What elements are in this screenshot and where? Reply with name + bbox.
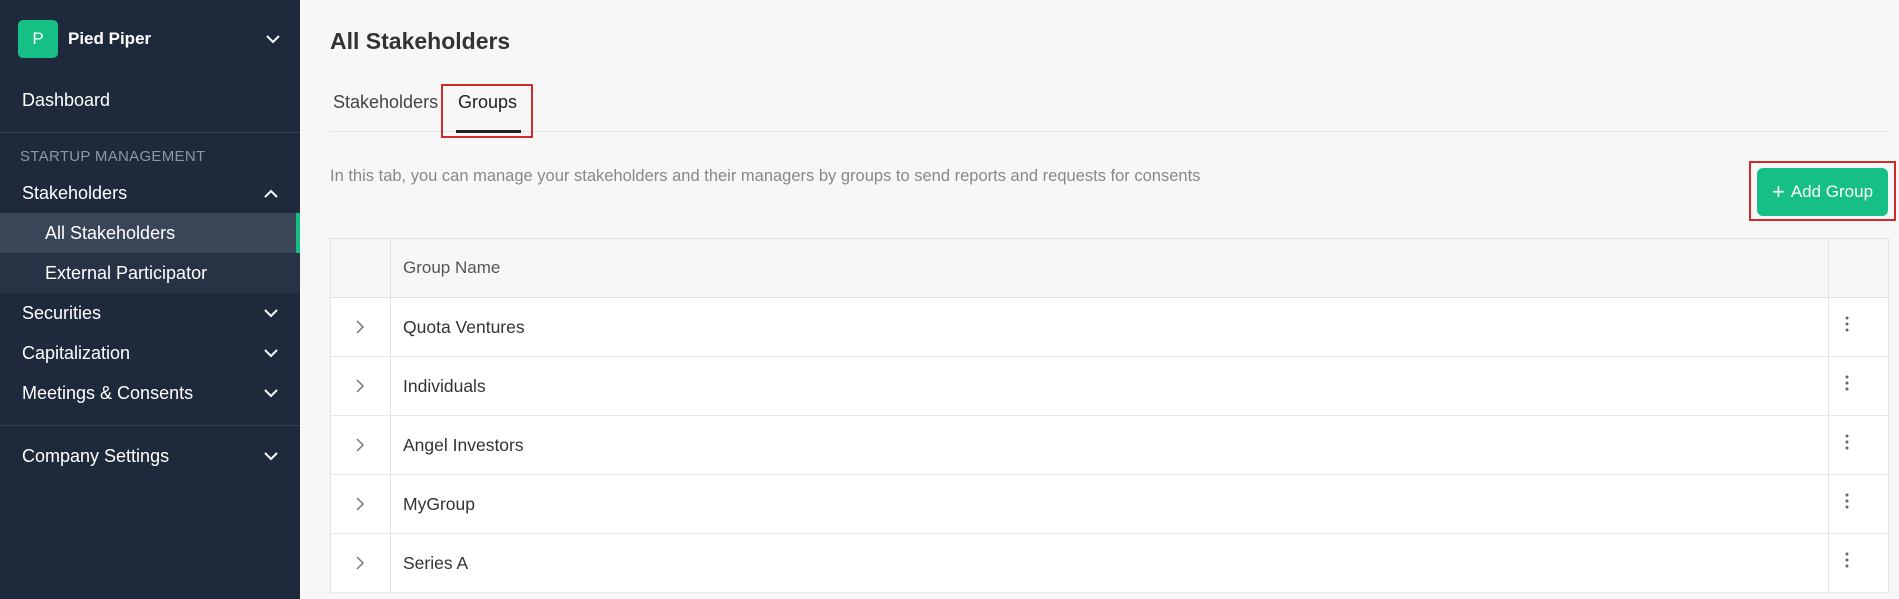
table-row[interactable]: Individuals bbox=[331, 357, 1888, 416]
group-name: MyGroup bbox=[403, 494, 475, 514]
table-row[interactable]: Quota Ventures bbox=[331, 298, 1888, 357]
sidebar: P Pied Piper Dashboard STARTUP MANAGEMEN… bbox=[0, 0, 300, 599]
nav-dashboard[interactable]: Dashboard bbox=[0, 82, 300, 118]
group-name: Series A bbox=[403, 553, 469, 573]
nav-securities-label: Securities bbox=[22, 302, 102, 323]
chevron-right-icon[interactable] bbox=[351, 436, 369, 454]
sidebar-divider bbox=[0, 425, 300, 426]
kebab-menu-icon[interactable] bbox=[1840, 430, 1854, 454]
tab-bar: Stakeholders Groups bbox=[330, 86, 1887, 133]
sidebar-divider bbox=[0, 132, 300, 133]
chevron-down-icon bbox=[262, 447, 280, 465]
column-header-group-name: Group Name bbox=[403, 258, 501, 277]
chevron-down-icon bbox=[264, 30, 282, 48]
nav-capitalization-label: Capitalization bbox=[22, 342, 131, 363]
kebab-menu-icon[interactable] bbox=[1840, 489, 1854, 513]
nav-stakeholders-label: Stakeholders bbox=[22, 182, 128, 203]
nav-meetings-consents[interactable]: Meetings & Consents bbox=[0, 375, 300, 411]
chevron-right-icon[interactable] bbox=[351, 377, 369, 395]
column-divider bbox=[1828, 239, 1829, 592]
chevron-down-icon bbox=[262, 304, 280, 322]
nav-meetings-label: Meetings & Consents bbox=[22, 382, 194, 403]
chevron-right-icon[interactable] bbox=[351, 495, 369, 513]
company-switcher[interactable]: P Pied Piper bbox=[18, 20, 282, 58]
group-name: Angel Investors bbox=[403, 435, 524, 455]
tab-stakeholders[interactable]: Stakeholders bbox=[333, 92, 438, 113]
nav-company-settings-label: Company Settings bbox=[22, 445, 170, 466]
chevron-down-icon bbox=[262, 384, 280, 402]
chevron-down-icon bbox=[262, 344, 280, 362]
chevron-up-icon bbox=[262, 184, 280, 202]
table-header: Group Name bbox=[331, 239, 1888, 298]
kebab-menu-icon[interactable] bbox=[1840, 548, 1854, 572]
tab-description: In this tab, you can manage your stakeho… bbox=[330, 167, 1201, 185]
nav-all-stakeholders-label: All Stakeholders bbox=[45, 222, 176, 243]
chevron-right-icon[interactable] bbox=[351, 554, 369, 572]
company-name: Pied Piper bbox=[68, 29, 152, 48]
kebab-menu-icon[interactable] bbox=[1840, 312, 1854, 336]
kebab-menu-icon[interactable] bbox=[1840, 371, 1854, 395]
nav-capitalization[interactable]: Capitalization bbox=[0, 335, 300, 371]
group-name: Individuals bbox=[403, 376, 486, 396]
nav-dashboard-label: Dashboard bbox=[22, 89, 111, 110]
group-name: Quota Ventures bbox=[403, 317, 525, 337]
highlight-box-groups-tab bbox=[441, 84, 533, 138]
chevron-right-icon[interactable] bbox=[351, 318, 369, 336]
company-logo: P bbox=[18, 20, 58, 58]
page-title: All Stakeholders bbox=[330, 28, 511, 54]
nav-external-participator[interactable]: External Participator bbox=[0, 253, 300, 293]
nav-company-settings[interactable]: Company Settings bbox=[0, 438, 300, 474]
nav-stakeholders[interactable]: Stakeholders bbox=[0, 175, 300, 211]
table-row[interactable]: MyGroup bbox=[331, 475, 1888, 534]
main-content: All Stakeholders Stakeholders Groups In … bbox=[300, 0, 1899, 599]
groups-table: Group Name Quota Ventures Individuals An… bbox=[330, 238, 1889, 593]
section-label: STARTUP MANAGEMENT bbox=[20, 148, 206, 165]
table-row[interactable]: Series A bbox=[331, 534, 1888, 593]
highlight-box-add-group bbox=[1749, 161, 1896, 221]
nav-external-participator-label: External Participator bbox=[45, 262, 208, 283]
column-divider bbox=[390, 239, 391, 592]
nav-securities[interactable]: Securities bbox=[0, 295, 300, 331]
table-row[interactable]: Angel Investors bbox=[331, 416, 1888, 475]
nav-all-stakeholders[interactable]: All Stakeholders bbox=[0, 213, 300, 253]
